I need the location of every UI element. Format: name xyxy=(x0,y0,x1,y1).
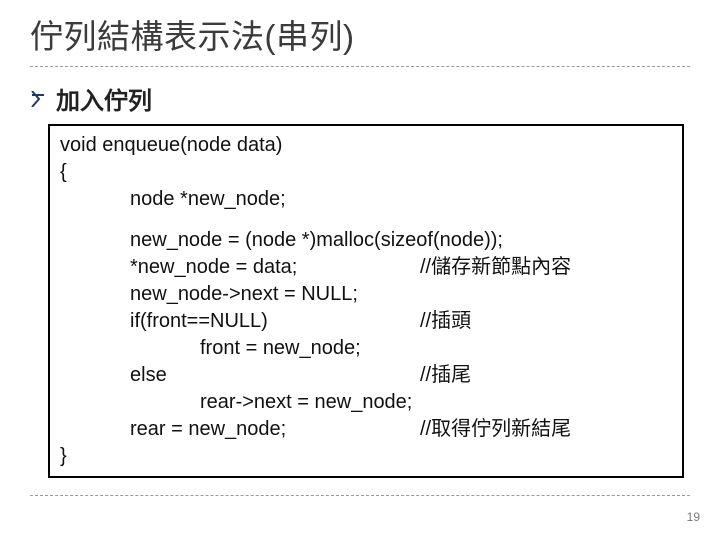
code-line: node *new_node; xyxy=(60,186,672,213)
code-comment: //插尾 xyxy=(420,362,471,389)
code-text: *new_node = data; xyxy=(130,254,420,281)
code-comment: //取得佇列新結尾 xyxy=(420,416,571,443)
code-line: { xyxy=(60,159,672,186)
code-line: front = new_node; xyxy=(60,335,672,362)
divider-bottom xyxy=(30,495,690,496)
code-text: else xyxy=(130,362,420,389)
code-text: if(front==NULL) xyxy=(130,308,420,335)
code-text: rear = new_node; xyxy=(130,416,420,443)
code-line: void enqueue(node data) xyxy=(60,132,672,159)
code-comment: //插頭 xyxy=(420,308,471,335)
code-comment: //儲存新節點內容 xyxy=(420,254,571,281)
slide: 佇列結構表示法(串列) 加入佇列 void enqueue(node data)… xyxy=(0,0,720,540)
page-number: 19 xyxy=(687,510,700,524)
code-line: rear->next = new_node; xyxy=(60,389,672,416)
code-line xyxy=(60,213,672,227)
code-line: rear = new_node; //取得佇列新結尾 xyxy=(60,416,672,443)
bullet-icon xyxy=(30,91,46,107)
code-line: } xyxy=(60,443,672,470)
code-box: void enqueue(node data) { node *new_node… xyxy=(48,124,684,478)
code-line: if(front==NULL) //插頭 xyxy=(60,308,672,335)
code-line: new_node = (node *)malloc(sizeof(node)); xyxy=(60,227,672,254)
code-line: new_node->next = NULL; xyxy=(60,281,672,308)
code-line: else //插尾 xyxy=(60,362,672,389)
code-line: *new_node = data; //儲存新節點內容 xyxy=(60,254,672,281)
subtitle-text: 加入佇列 xyxy=(56,81,152,116)
subtitle-row: 加入佇列 xyxy=(30,81,690,116)
slide-title: 佇列結構表示法(串列) xyxy=(30,10,690,67)
